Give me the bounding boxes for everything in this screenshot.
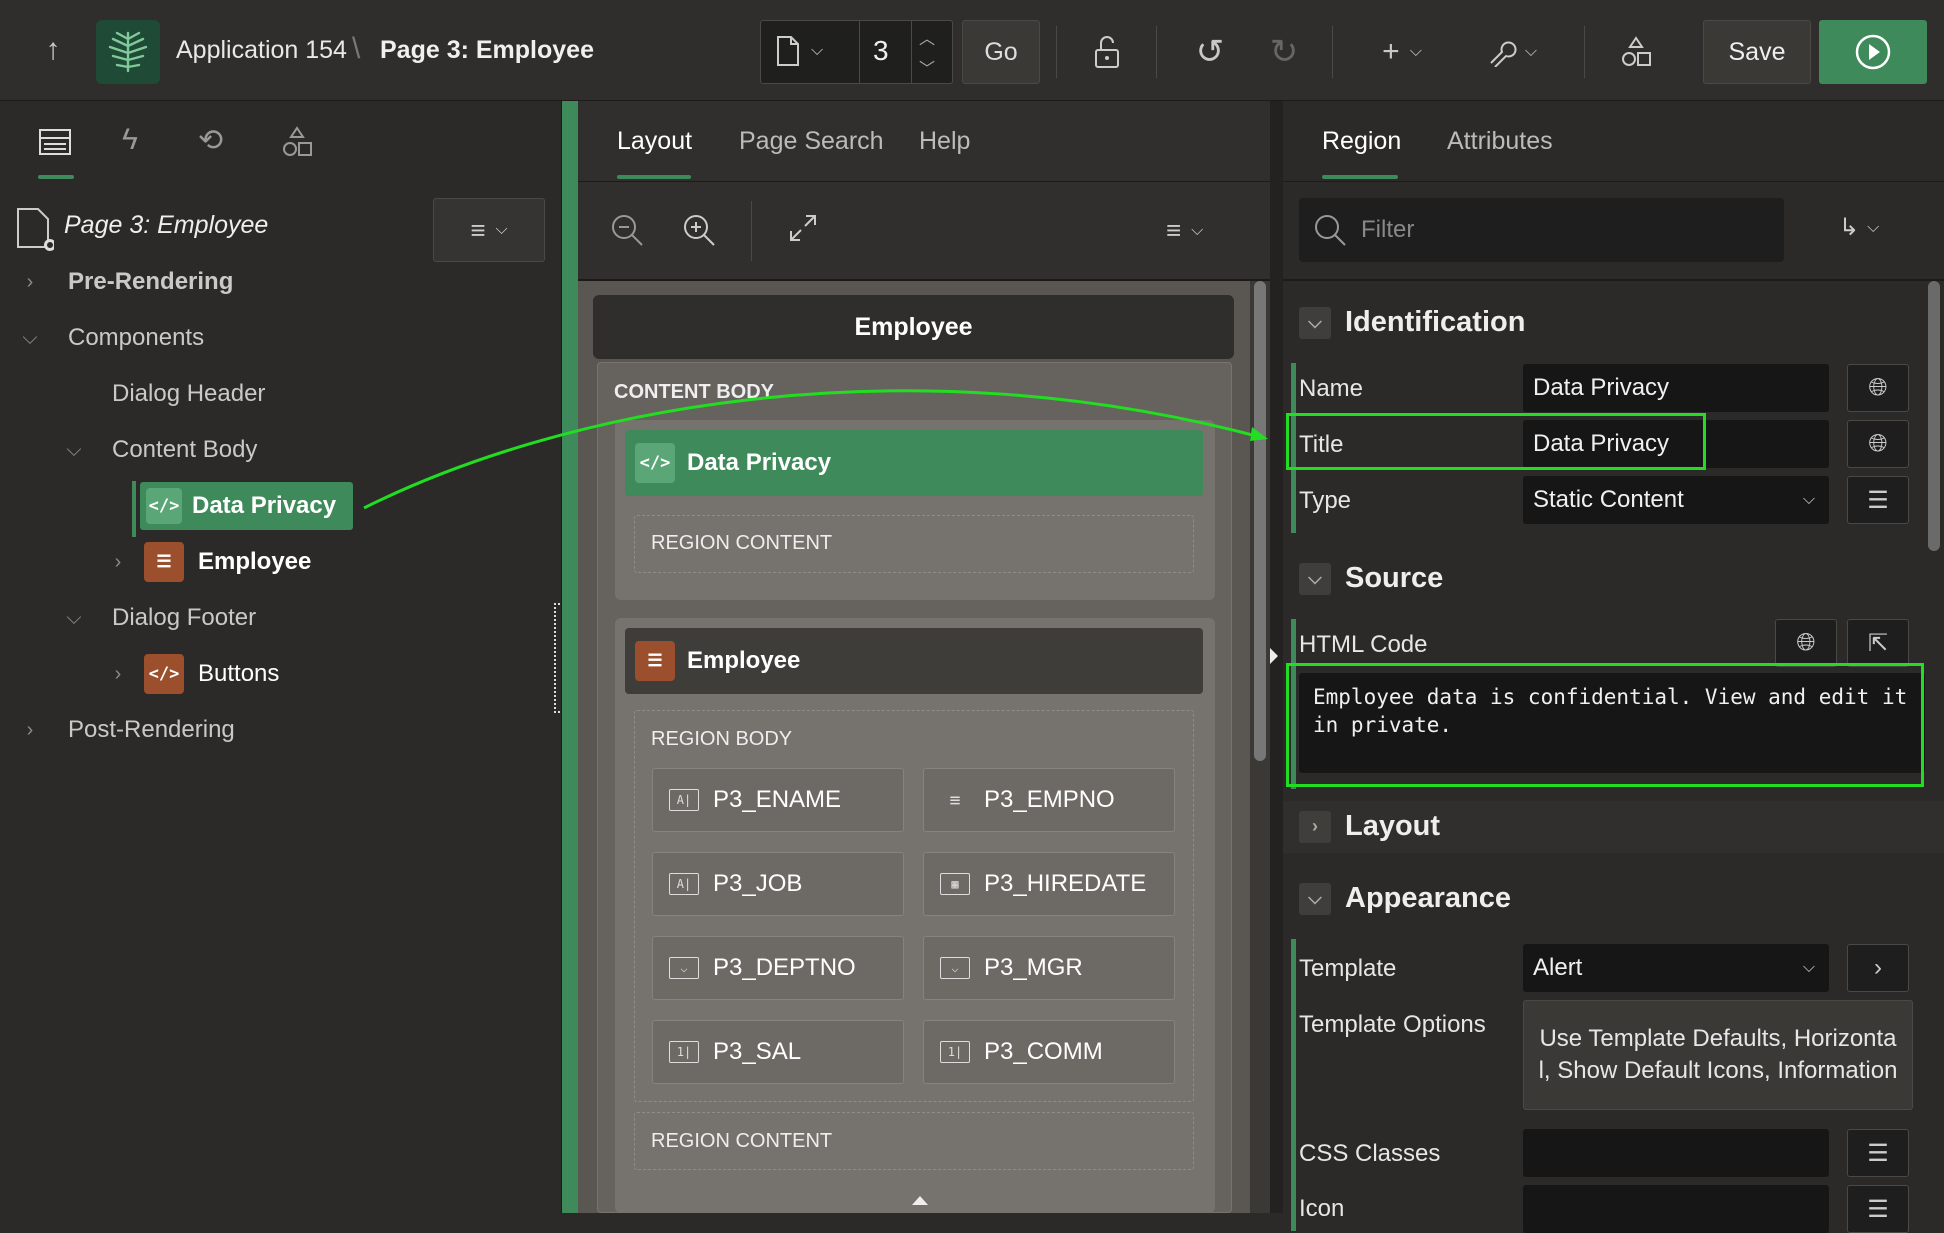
annotation-arrow (363, 389, 1268, 510)
